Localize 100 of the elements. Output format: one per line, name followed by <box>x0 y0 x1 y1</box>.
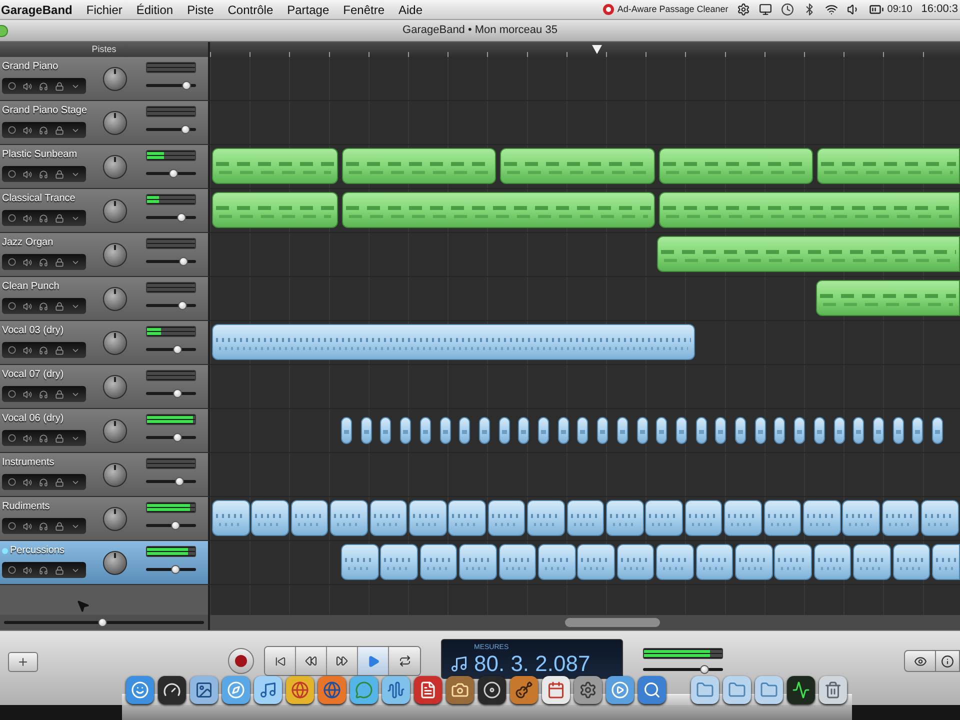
audio-region[interactable] <box>527 500 565 536</box>
audio-region[interactable] <box>684 500 722 536</box>
search-icon[interactable] <box>638 676 666 704</box>
audio-region[interactable] <box>448 500 486 536</box>
cycle-button[interactable] <box>389 647 420 675</box>
headphones-icon[interactable] <box>38 170 48 178</box>
headphones-icon[interactable] <box>38 566 48 574</box>
record-icon[interactable] <box>8 390 16 398</box>
pan-knob[interactable] <box>103 154 127 178</box>
audio-region[interactable] <box>518 417 530 444</box>
track-header[interactable]: Vocal 07 (dry) <box>0 365 210 409</box>
audio-region[interactable] <box>459 417 470 444</box>
track-header[interactable]: Plastic Sunbeam <box>0 145 210 189</box>
pan-knob[interactable] <box>103 66 127 90</box>
menu-item[interactable]: Piste <box>180 0 221 18</box>
midi-region[interactable] <box>657 236 960 272</box>
speaker-icon[interactable] <box>22 346 32 354</box>
audio-region[interactable] <box>774 544 812 580</box>
record-icon[interactable] <box>8 566 16 574</box>
scrollbar-thumb[interactable] <box>565 618 660 627</box>
midi-region[interactable] <box>817 148 960 184</box>
record-icon[interactable] <box>8 478 16 486</box>
clock-icon[interactable] <box>781 3 794 16</box>
lock-icon[interactable] <box>55 258 64 266</box>
headphones-icon[interactable] <box>38 258 48 266</box>
menu-item[interactable]: Contrôle <box>220 0 280 18</box>
slider-thumb[interactable] <box>176 213 186 222</box>
speaker-icon[interactable] <box>22 478 32 486</box>
lock-icon[interactable] <box>55 82 64 90</box>
audio-region[interactable] <box>380 417 392 444</box>
audio-region[interactable] <box>538 417 549 444</box>
master-volume-slider[interactable] <box>643 665 723 674</box>
guitar-icon[interactable] <box>510 676 538 704</box>
go-to-start-button[interactable] <box>265 647 296 675</box>
lock-icon[interactable] <box>55 170 64 178</box>
globe-icon[interactable] <box>318 676 346 704</box>
slider-thumb[interactable] <box>180 125 190 134</box>
audio-region[interactable] <box>656 544 694 580</box>
audio-region[interactable] <box>538 544 576 580</box>
audio-region[interactable] <box>558 417 569 444</box>
audio-region[interactable] <box>724 500 762 536</box>
audio-region[interactable] <box>420 417 431 444</box>
lock-icon[interactable] <box>55 522 64 530</box>
lock-icon[interactable] <box>55 302 64 310</box>
speaker-icon[interactable] <box>22 214 32 222</box>
speaker-icon[interactable] <box>22 82 32 90</box>
menu-item[interactable]: Partage <box>280 0 336 18</box>
calendar-icon[interactable] <box>542 676 570 704</box>
audio-region[interactable] <box>872 417 884 444</box>
audio-region[interactable] <box>794 417 806 444</box>
headphones-icon[interactable] <box>38 126 48 134</box>
audio-region[interactable] <box>330 500 368 536</box>
track-header[interactable]: Rudiments <box>0 497 210 541</box>
track-header[interactable]: Vocal 03 (dry) <box>0 321 210 365</box>
record-button[interactable] <box>228 648 254 674</box>
audio-region[interactable] <box>566 500 604 536</box>
audio-region[interactable] <box>400 417 412 444</box>
audio-region[interactable] <box>932 417 943 444</box>
slider-thumb[interactable] <box>98 618 107 627</box>
menu-item[interactable]: Fenêtre <box>336 0 392 18</box>
fast-forward-button[interactable] <box>327 647 358 675</box>
audio-region[interactable] <box>290 500 328 536</box>
zoom-button[interactable] <box>0 24 8 36</box>
compass-icon[interactable] <box>222 676 250 704</box>
audio-region[interactable] <box>341 544 378 580</box>
speaker-icon[interactable] <box>22 522 32 530</box>
audio-region[interactable] <box>853 417 864 444</box>
headphones-icon[interactable] <box>38 390 48 398</box>
slider-thumb[interactable] <box>172 389 182 398</box>
headphones-icon[interactable] <box>38 214 48 222</box>
track-header[interactable]: Jazz Organ <box>0 233 210 277</box>
audio-region[interactable] <box>892 417 904 444</box>
slider-thumb[interactable] <box>178 301 187 310</box>
slider-thumb[interactable] <box>172 345 182 354</box>
track-header[interactable]: Grand Piano Stage <box>0 101 210 145</box>
audio-region[interactable] <box>597 417 608 444</box>
audio-region[interactable] <box>212 500 250 536</box>
status-text[interactable]: Ad-Aware Passage Cleaner <box>617 2 728 16</box>
audio-region[interactable] <box>488 500 526 536</box>
audio-region[interactable] <box>853 544 891 580</box>
playhead-icon[interactable] <box>592 45 602 54</box>
audio-region[interactable] <box>341 417 352 444</box>
menu-clock[interactable]: 16:00:3 <box>921 1 958 18</box>
audio-region[interactable] <box>912 417 924 444</box>
record-icon[interactable] <box>8 302 16 310</box>
document-icon[interactable] <box>414 676 442 704</box>
audio-region[interactable] <box>459 544 497 580</box>
lock-icon[interactable] <box>55 566 64 574</box>
audio-region[interactable] <box>360 417 372 444</box>
record-icon[interactable] <box>8 82 16 90</box>
audio-region[interactable] <box>882 500 920 536</box>
lock-icon[interactable] <box>55 126 64 134</box>
speaker-icon[interactable] <box>22 390 32 398</box>
slider-thumb[interactable] <box>171 565 180 574</box>
camera-icon[interactable] <box>446 676 474 704</box>
pan-knob[interactable] <box>103 330 127 354</box>
volume-slider[interactable] <box>146 81 196 90</box>
pan-knob[interactable] <box>103 242 127 266</box>
volume-slider[interactable] <box>146 565 196 574</box>
audio-region[interactable] <box>656 417 668 444</box>
